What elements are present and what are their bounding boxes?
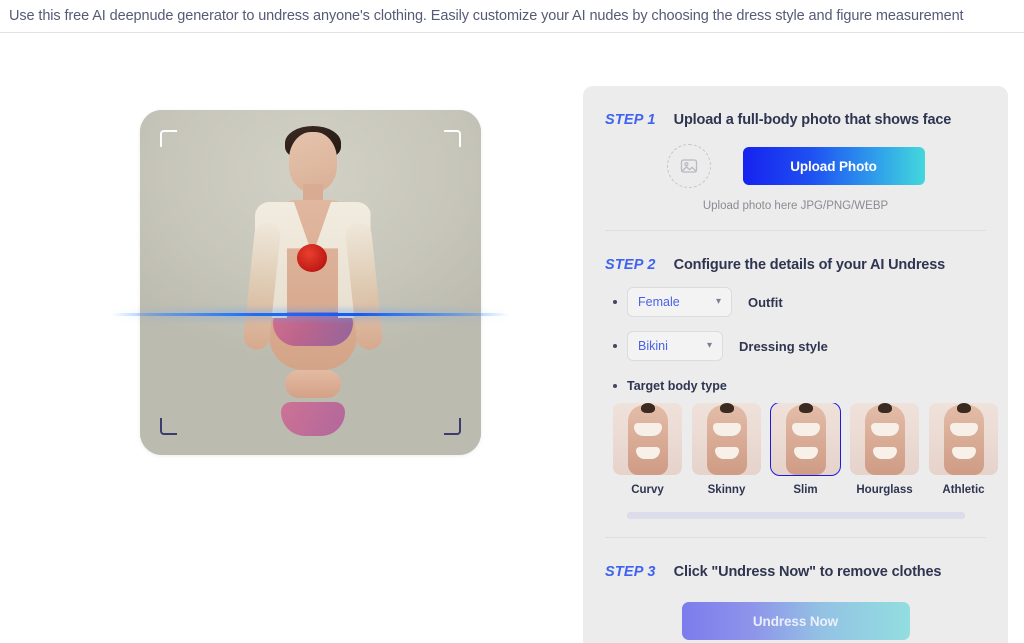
upload-hint-text: Upload photo here JPG/PNG/WEBP [702,200,889,212]
step-2-header: STEP 2 Configure the details of your AI … [605,231,986,273]
thumb-bottom [714,447,739,459]
outfit-label: Outfit [748,294,783,310]
upload-photo-button[interactable]: Upload Photo [742,147,925,185]
body-type-thumbnail[interactable] [692,403,761,475]
step-3-badge: STEP 3 [605,564,656,580]
body-type-option[interactable]: Curvy [613,403,682,496]
step-2-spacer [605,519,986,537]
thumb-top [791,423,820,436]
thumb-head [956,403,971,413]
thumb-body [864,405,905,475]
thumb-top [712,423,741,436]
thumb-bottom [635,447,660,459]
body-type-carousel[interactable]: Curvy Skinny Slim Hourglass Athletic [605,403,1008,496]
configuration-panel: STEP 1 Upload a full-body photo that sho… [583,86,1008,643]
figure-briefs [280,402,345,436]
bullet-icon [613,300,617,304]
figure-hands [284,370,341,398]
main-stage: STEP 1 Upload a full-body photo that sho… [0,33,1024,643]
body-type-option[interactable]: Skinny [692,403,761,496]
thumb-top [633,423,662,436]
step-3-header: STEP 3 Click "Undress Now" to remove clo… [605,538,986,580]
step-3-title: Click "Undress Now" to remove clothes [673,564,942,580]
thumb-body [706,405,747,475]
page-header: Use this free AI deepnude generator to u… [0,0,1024,33]
chevron-down-icon: ▾ [715,296,721,307]
step-1-title: Upload a full-body photo that shows face [673,112,952,128]
body-type-scrollbar-thumb[interactable] [626,512,965,519]
undress-action-row: Undress Now [605,602,986,640]
body-type-option[interactable]: Hourglass [850,403,919,496]
dressing-style-label: Dressing style [739,338,828,354]
body-type-caption: Hourglass [856,484,913,496]
thumb-body [627,405,668,475]
dressing-style-select-value: Bikini [638,339,668,353]
outfit-select[interactable]: Female ▾ [627,287,732,317]
chevron-down-icon: ▾ [706,340,712,351]
upload-row: Upload Photo [605,144,986,188]
bullet-icon [613,344,617,348]
target-body-type-row: Target body type [605,379,986,393]
body-type-scrollbar[interactable] [626,512,965,519]
body-type-option[interactable]: Athletic [929,403,998,496]
thumb-head [640,403,655,413]
step-1-header: STEP 1 Upload a full-body photo that sho… [605,86,986,128]
thumb-body [785,405,826,475]
image-placeholder-icon[interactable] [666,144,711,188]
body-type-thumbnail[interactable] [613,403,682,475]
page-headline: Use this free AI deepnude generator to u… [9,8,964,24]
thumb-bottom [793,447,818,459]
body-type-caption: Curvy [631,484,664,496]
photo-preview-card[interactable] [140,110,481,455]
bullet-icon [613,384,617,388]
body-type-option-selected[interactable]: Slim [770,403,841,496]
thumb-top [870,423,899,436]
dressing-style-select[interactable]: Bikini ▾ [627,331,723,361]
step-2-section: STEP 2 Configure the details of your AI … [583,231,1008,537]
thumb-body [943,405,984,475]
step-3-section: STEP 3 Click "Undress Now" to remove clo… [583,538,1008,640]
scan-line [112,313,509,316]
outfit-select-value: Female [638,295,680,309]
frame-corner-bottom-right-icon [444,418,461,435]
body-type-caption: Slim [793,484,818,496]
photo-preview-area[interactable] [112,110,509,455]
step-1-section: STEP 1 Upload a full-body photo that sho… [583,86,1008,230]
frame-corner-top-right-icon [444,130,461,147]
undress-now-button[interactable]: Undress Now [681,602,910,640]
step-2-title: Configure the details of your AI Undress [673,257,946,273]
step-1-badge: STEP 1 [605,112,656,128]
thumb-bottom [951,447,976,459]
thumb-bottom [872,447,897,459]
step-2-badge: STEP 2 [605,257,656,273]
figure-head [288,132,337,192]
body-type-caption: Athletic [942,484,985,496]
body-type-thumbnail[interactable] [770,403,841,476]
thumb-top [949,423,978,436]
body-type-thumbnail[interactable] [929,403,998,475]
body-type-caption: Skinny [707,484,746,496]
frame-corner-bottom-left-icon [160,418,177,435]
outfit-row: Female ▾ Outfit [605,287,986,317]
dressing-style-row: Bikini ▾ Dressing style [605,331,986,361]
thumb-head [719,403,734,413]
thumb-head [798,403,813,413]
frame-corner-top-left-icon [160,130,177,147]
body-type-thumbnail[interactable] [850,403,919,475]
thumb-head [877,403,892,413]
target-body-type-label: Target body type [627,379,727,393]
figure-rose-accessory [296,244,327,272]
preview-subject-figure [211,126,411,455]
